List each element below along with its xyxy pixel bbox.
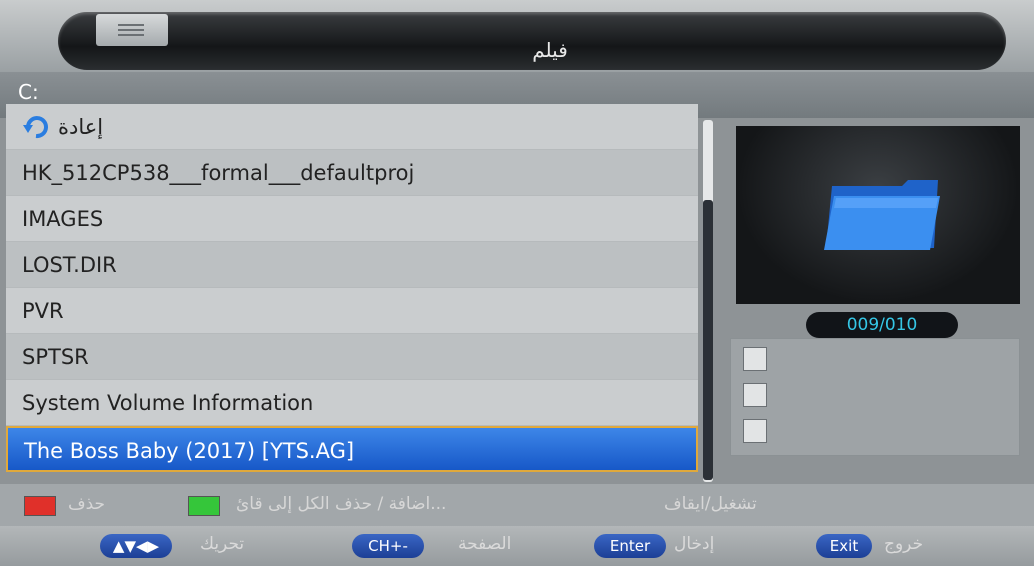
folder-icon <box>824 180 940 250</box>
list-item-label: HK_512CP538___formal___defaultproj <box>22 161 415 185</box>
menu-icon[interactable] <box>96 14 168 46</box>
green-key-icon <box>188 496 220 516</box>
list-item-label: IMAGES <box>22 207 104 231</box>
item-counter: 009/010 <box>806 312 958 338</box>
exit-hint: خروج <box>884 534 924 554</box>
page-hint: الصفحة <box>458 534 512 554</box>
size-icon <box>743 383 767 407</box>
ch-key-icon: CH+- <box>352 534 424 558</box>
scrollbar[interactable] <box>703 120 713 482</box>
page-title: فيلم <box>532 38 568 62</box>
list-item-selected[interactable]: The Boss Baby (2017) [YTS.AG] <box>6 426 698 472</box>
list-item-label: PVR <box>22 299 64 323</box>
list-item-label: LOST.DIR <box>22 253 117 277</box>
back-label: إعادة <box>58 114 104 139</box>
preview-panel <box>736 126 1020 304</box>
exit-key-icon: Exit <box>816 534 872 558</box>
resolution-icon <box>743 347 767 371</box>
red-key-icon <box>24 496 56 516</box>
list-item[interactable]: HK_512CP538___formal___defaultproj <box>6 150 698 196</box>
list-item-label: System Volume Information <box>22 391 314 415</box>
color-key-legend: حذف اضافة / حذف الكل إلى قائ... تشغيل/اي… <box>0 484 1034 526</box>
disc-icon <box>743 419 767 443</box>
list-item[interactable]: System Volume Information <box>6 380 698 426</box>
delete-label: حذف <box>68 494 106 514</box>
top-bar: فيلم <box>0 0 1034 72</box>
enter-key-icon: Enter <box>594 534 666 558</box>
list-item[interactable]: PVR <box>6 288 698 334</box>
list-item-label: The Boss Baby (2017) [YTS.AG] <box>24 439 355 463</box>
move-hint: تحريك <box>200 534 245 554</box>
add-delete-all-label: اضافة / حذف الكل إلى قائ... <box>236 494 447 514</box>
info-panel <box>730 338 1020 456</box>
back-arrow-icon <box>23 115 48 138</box>
scrollbar-thumb[interactable] <box>703 200 713 480</box>
list-item-label: SPTSR <box>22 345 89 369</box>
list-item[interactable]: SPTSR <box>6 334 698 380</box>
current-path: C: <box>18 80 39 104</box>
file-list: إعادة HK_512CP538___formal___defaultproj… <box>6 104 698 484</box>
hint-bar: ▲▼◀▶ تحريك CH+- الصفحة Enter إدخال Exit … <box>0 526 1034 566</box>
list-item[interactable]: LOST.DIR <box>6 242 698 288</box>
enter-hint: إدخال <box>674 534 715 554</box>
list-item[interactable]: IMAGES <box>6 196 698 242</box>
arrow-keys-icon: ▲▼◀▶ <box>100 534 172 558</box>
play-label: تشغيل/ايقاف <box>664 494 757 514</box>
back-item[interactable]: إعادة <box>6 104 698 150</box>
